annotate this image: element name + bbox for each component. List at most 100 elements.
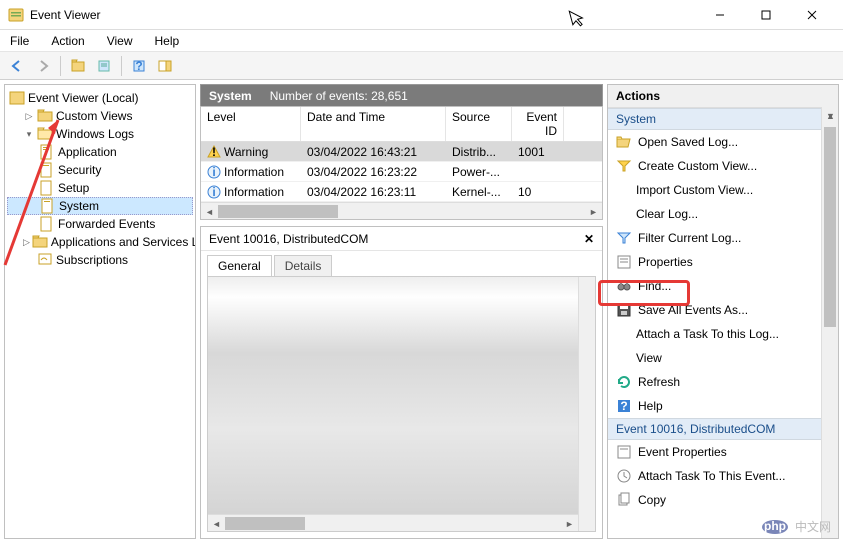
action-label: Help xyxy=(638,399,663,413)
action-copy[interactable]: Copy xyxy=(608,488,838,512)
scroll-thumb[interactable] xyxy=(225,517,305,530)
action-save-all[interactable]: Save All Events As... xyxy=(608,298,838,322)
actions-scrollbar[interactable]: ▲ ▼ xyxy=(821,107,838,538)
col-date[interactable]: Date and Time xyxy=(301,107,446,141)
tree-security[interactable]: Security xyxy=(7,161,193,179)
actions-section-system[interactable]: System ▴ xyxy=(608,108,838,130)
minimize-button[interactable] xyxy=(697,0,743,30)
action-event-properties[interactable]: Event Properties xyxy=(608,440,838,464)
copy-icon xyxy=(616,492,632,508)
action-view[interactable]: View▶ xyxy=(608,346,838,370)
cell-level: Warning xyxy=(224,145,268,159)
tree-application[interactable]: Application xyxy=(7,143,193,161)
action-properties[interactable]: Properties xyxy=(608,250,838,274)
watermark: php 中文网 xyxy=(761,518,831,535)
warning-icon: ! xyxy=(207,145,221,159)
svg-text:i: i xyxy=(212,165,215,179)
tree-windows-logs[interactable]: ▾ Windows Logs xyxy=(7,125,193,143)
collapse-icon[interactable]: ▾ xyxy=(23,128,35,140)
log-icon xyxy=(39,162,55,178)
table-row[interactable]: iInformation 03/04/2022 16:23:22 Power-.… xyxy=(201,162,602,182)
properties-icon xyxy=(616,444,632,460)
titlebar: Event Viewer xyxy=(0,0,843,30)
expand-icon[interactable]: ▷ xyxy=(23,110,35,122)
svg-text:?: ? xyxy=(620,399,627,413)
tree-root[interactable]: Event Viewer (Local) xyxy=(7,89,193,107)
help-button[interactable]: ? xyxy=(128,55,150,77)
expand-icon[interactable]: ▷ xyxy=(23,236,30,248)
action-filter-log[interactable]: Filter Current Log... xyxy=(608,226,838,250)
cell-id xyxy=(512,170,564,174)
scroll-right-icon[interactable]: ► xyxy=(561,515,578,532)
log-icon xyxy=(40,198,56,214)
maximize-button[interactable] xyxy=(743,0,789,30)
preview-h-scrollbar[interactable]: ◄ ► xyxy=(208,514,578,531)
col-level[interactable]: Level xyxy=(201,107,301,141)
cell-date: 03/04/2022 16:23:11 xyxy=(301,183,446,201)
scroll-left-icon[interactable]: ◄ xyxy=(201,203,218,220)
properties-button[interactable] xyxy=(93,55,115,77)
preview-v-scrollbar[interactable] xyxy=(578,277,595,531)
section-label: Event 10016, DistributedCOM xyxy=(616,422,775,436)
action-attach-task-event[interactable]: Attach Task To This Event... xyxy=(608,464,838,488)
actions-title: Actions xyxy=(608,85,838,108)
scroll-left-icon[interactable]: ◄ xyxy=(208,515,225,532)
menu-action[interactable]: Action xyxy=(47,32,88,50)
menu-view[interactable]: View xyxy=(103,32,137,50)
action-open-saved-log[interactable]: Open Saved Log... xyxy=(608,130,838,154)
log-name: System xyxy=(209,89,252,103)
tree-subscriptions[interactable]: ▷ Subscriptions xyxy=(7,251,193,269)
scroll-thumb[interactable] xyxy=(218,205,338,218)
action-refresh[interactable]: Refresh xyxy=(608,370,838,394)
action-label: Refresh xyxy=(638,375,680,389)
horizontal-scrollbar[interactable]: ◄ ► xyxy=(201,202,602,219)
forward-button[interactable] xyxy=(32,55,54,77)
cell-source: Power-... xyxy=(446,163,512,181)
action-help[interactable]: ?Help▶ xyxy=(608,394,838,418)
svg-text:!: ! xyxy=(212,145,216,159)
tree-label: Subscriptions xyxy=(56,253,128,267)
cell-level: Information xyxy=(224,185,284,199)
binoculars-icon xyxy=(616,278,632,294)
tree-label: System xyxy=(59,199,99,213)
menu-help[interactable]: Help xyxy=(151,32,184,50)
event-viewer-icon xyxy=(9,90,25,106)
action-label: Attach a Task To this Log... xyxy=(636,327,779,341)
scroll-thumb[interactable] xyxy=(824,127,836,327)
scroll-right-icon[interactable]: ► xyxy=(585,203,602,220)
cell-source: Distrib... xyxy=(446,143,512,161)
tree-pane: Event Viewer (Local) ▷ Custom Views ▾ Wi… xyxy=(4,84,196,539)
action-import-custom-view[interactable]: Import Custom View... xyxy=(608,178,838,202)
cell-level: Information xyxy=(224,165,284,179)
log-icon xyxy=(39,216,55,232)
col-eventid[interactable]: Event ID xyxy=(512,107,564,141)
tree-setup[interactable]: Setup xyxy=(7,179,193,197)
action-attach-task[interactable]: Attach a Task To this Log... xyxy=(608,322,838,346)
info-icon: i xyxy=(207,185,221,199)
tab-general[interactable]: General xyxy=(207,255,272,276)
tab-details[interactable]: Details xyxy=(274,255,333,276)
preview-body: ◄ ► xyxy=(207,276,596,532)
scroll-down-icon[interactable]: ▼ xyxy=(822,107,839,124)
actions-pane-button[interactable] xyxy=(154,55,176,77)
actions-section-event[interactable]: Event 10016, DistributedCOM ▴ xyxy=(608,418,838,440)
table-row[interactable]: !Warning 03/04/2022 16:43:21 Distrib... … xyxy=(201,142,602,162)
task-icon xyxy=(616,468,632,484)
event-count: Number of events: 28,651 xyxy=(270,89,408,103)
tree-system[interactable]: System xyxy=(7,197,193,215)
table-row[interactable]: iInformation 03/04/2022 16:23:11 Kernel-… xyxy=(201,182,602,202)
menu-file[interactable]: File xyxy=(6,32,33,50)
close-preview-icon[interactable]: ✕ xyxy=(584,232,594,246)
tree-forwarded[interactable]: Forwarded Events xyxy=(7,215,193,233)
show-tree-button[interactable] xyxy=(67,55,89,77)
tree-apps-services[interactable]: ▷ Applications and Services Lo xyxy=(7,233,193,251)
php-logo-icon: php xyxy=(761,519,789,535)
tree-custom-views[interactable]: ▷ Custom Views xyxy=(7,107,193,125)
back-button[interactable] xyxy=(6,55,28,77)
action-clear-log[interactable]: Clear Log... xyxy=(608,202,838,226)
col-source[interactable]: Source xyxy=(446,107,512,141)
close-button[interactable] xyxy=(789,0,835,30)
action-create-custom-view[interactable]: Create Custom View... xyxy=(608,154,838,178)
cell-id: 10 xyxy=(512,183,564,201)
action-find[interactable]: Find... xyxy=(608,274,838,298)
